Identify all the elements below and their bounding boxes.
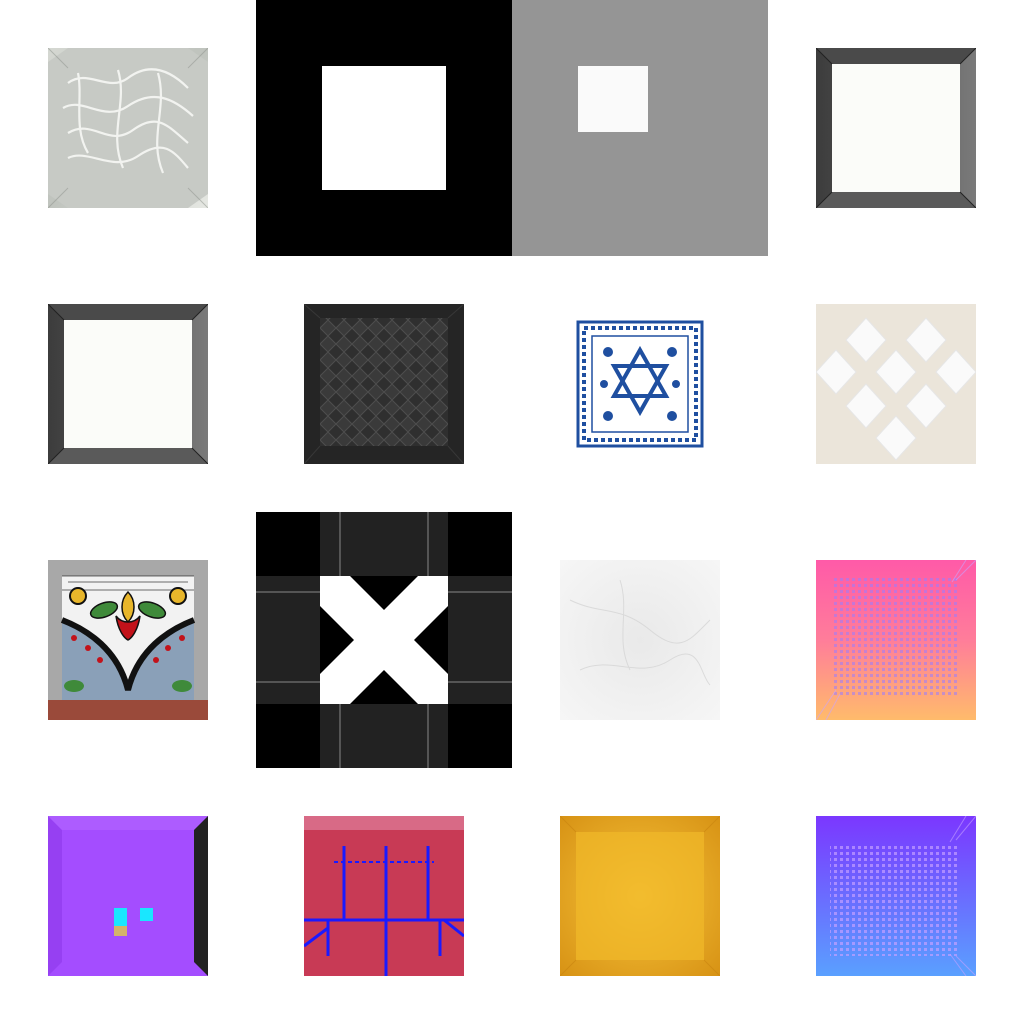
cell-5 [0, 256, 256, 512]
cell-13 [0, 768, 256, 1024]
cell-9 [0, 512, 256, 768]
cell-11 [512, 512, 768, 768]
marble-checker-tile[interactable] [816, 304, 976, 464]
blue-star-of-david-tile[interactable] [560, 304, 720, 464]
tile-gallery [0, 0, 1024, 1024]
beveled-square-graphic [816, 48, 976, 208]
gray-frame-graphic [512, 0, 768, 256]
cell-1 [0, 0, 256, 256]
gold-texture-image [560, 816, 720, 976]
star-of-david-image [560, 304, 720, 464]
cell-12 [768, 512, 1024, 768]
black-frame-graphic [256, 0, 512, 256]
beveled-white-square-tile-2[interactable] [48, 304, 208, 464]
cell-2 [256, 0, 512, 256]
cell-6 [256, 256, 512, 512]
talavera-floral-image [48, 560, 208, 720]
black-x-grid-tile[interactable] [256, 512, 512, 768]
violet-blue-dither-tile[interactable] [816, 816, 976, 976]
beveled-white-square-tile[interactable] [816, 48, 976, 208]
cell-7 [512, 256, 768, 512]
white-marble-tile[interactable] [560, 560, 720, 720]
gold-texture-tile[interactable] [560, 816, 720, 976]
cell-14 [256, 768, 512, 1024]
purple-room-graphic [48, 816, 208, 976]
black-frame-white-square-tile[interactable] [256, 0, 512, 256]
pink-orange-dither-tile[interactable] [816, 560, 976, 720]
cell-16 [768, 768, 1024, 1024]
purple-room-tile[interactable] [48, 816, 208, 976]
white-marble-image [560, 560, 720, 720]
talavera-floral-tile[interactable] [48, 560, 208, 720]
cell-10 [256, 512, 512, 768]
x-grid-graphic [256, 512, 512, 768]
gray-frame-white-square-tile[interactable] [512, 0, 768, 256]
marble-checker-image [816, 304, 976, 464]
violet-blue-dither-graphic [816, 816, 976, 976]
cell-4 [768, 0, 1024, 256]
water-caustics-image [48, 48, 208, 208]
dark-diamond-quilt-tile[interactable] [304, 304, 464, 464]
red-blue-grid-tile[interactable] [304, 816, 464, 976]
cell-15 [512, 768, 768, 1024]
red-blue-grid-graphic [304, 816, 464, 976]
cell-8 [768, 256, 1024, 512]
water-caustics-tile[interactable] [48, 48, 208, 208]
beveled-square-graphic-2 [48, 304, 208, 464]
pink-orange-dither-graphic [816, 560, 976, 720]
cell-3 [512, 0, 768, 256]
diamond-quilt-image [304, 304, 464, 464]
